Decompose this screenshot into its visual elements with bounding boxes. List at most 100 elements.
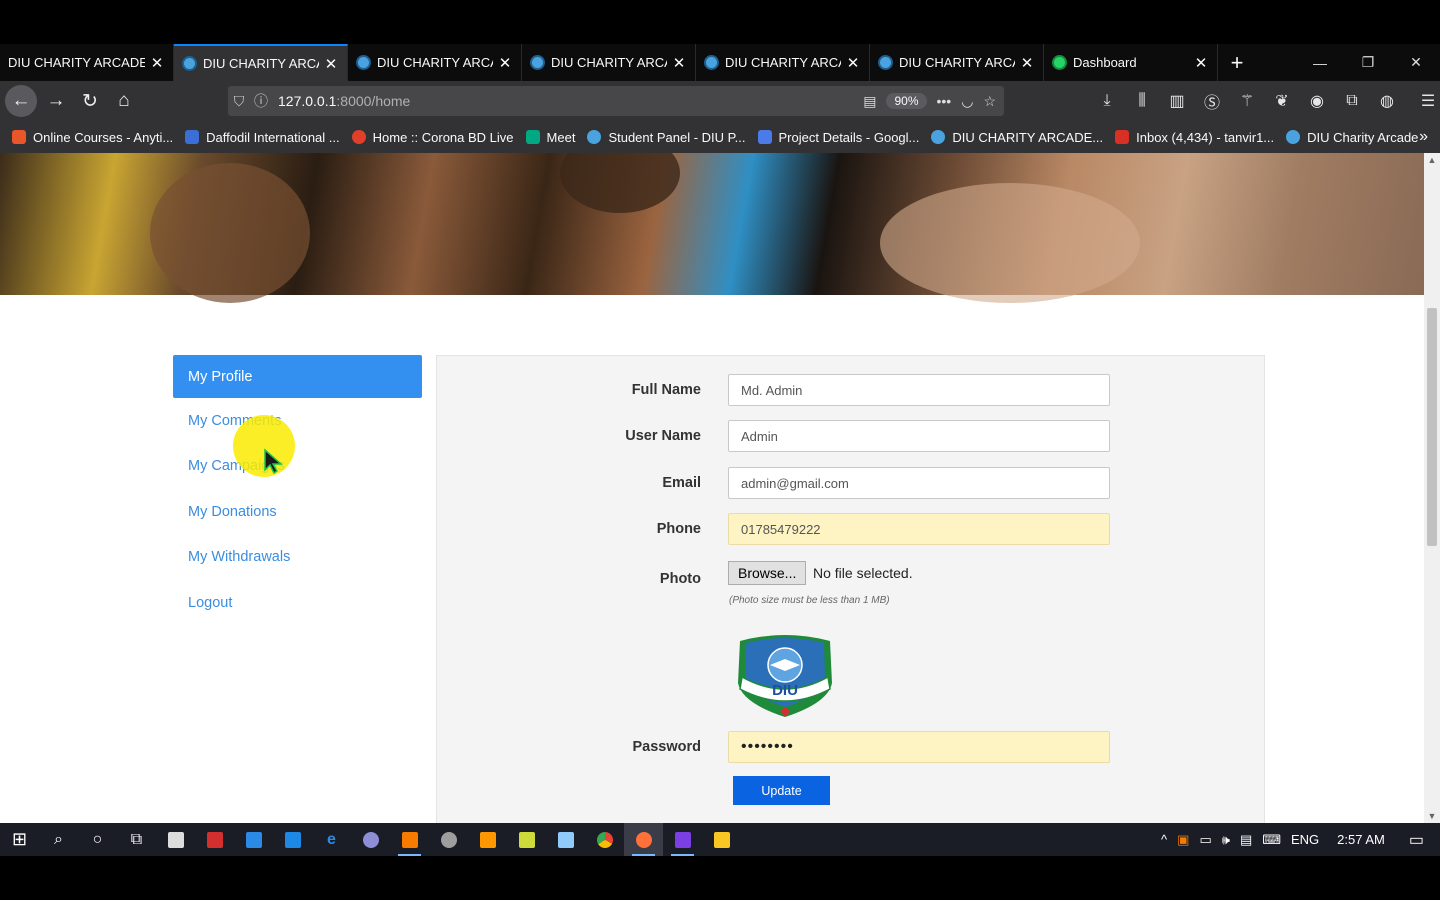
close-tab-icon[interactable]: ✕: [497, 54, 513, 72]
extension-circle-icon[interactable]: ◍: [1374, 91, 1400, 111]
notification-icon[interactable]: ▭: [1409, 830, 1424, 850]
close-window-icon[interactable]: ✕: [1392, 44, 1440, 81]
more-actions-icon[interactable]: •••: [937, 93, 952, 109]
bookmark-item[interactable]: Meet: [525, 130, 575, 145]
bookmark-star-icon[interactable]: ☆: [983, 93, 996, 110]
close-tab-icon[interactable]: ✕: [671, 54, 687, 72]
tab-5[interactable]: DIU CHARITY ARCADE ✕: [870, 44, 1044, 81]
user-name-input[interactable]: [728, 420, 1110, 452]
bookmark-item[interactable]: DIU Charity Arcade: [1286, 130, 1418, 145]
password-label: Password: [632, 739, 702, 755]
extension-s-icon[interactable]: Ⓢ: [1199, 89, 1225, 113]
phpstorm-icon[interactable]: [663, 823, 702, 856]
file-explorer-icon[interactable]: [702, 823, 741, 856]
sidebar-item-my-campaigns[interactable]: My Campaigns: [173, 444, 422, 490]
sublime-icon[interactable]: [468, 823, 507, 856]
email-input[interactable]: [728, 467, 1110, 499]
scroll-up-icon[interactable]: ▲: [1424, 155, 1440, 165]
app-icon[interactable]: [195, 823, 234, 856]
password-input[interactable]: [728, 731, 1110, 763]
sidebar-item-my-comments[interactable]: My Comments: [173, 398, 422, 444]
chrome-icon[interactable]: [585, 823, 624, 856]
bookmark-item[interactable]: Home :: Corona BD Live: [351, 130, 514, 145]
restore-icon[interactable]: ❐: [1344, 44, 1392, 81]
browse-file-button[interactable]: Browse...: [728, 561, 807, 585]
close-tab-icon[interactable]: ✕: [845, 54, 861, 72]
close-tab-icon[interactable]: ✕: [1193, 54, 1209, 72]
scroll-down-icon[interactable]: ▼: [1424, 811, 1440, 821]
edge-icon[interactable]: e: [312, 823, 351, 856]
page-scrollbar[interactable]: ▲ ▼: [1424, 153, 1440, 823]
extension-icon[interactable]: ⚚: [1234, 91, 1260, 111]
reader-view-icon[interactable]: ▤: [863, 93, 876, 110]
close-tab-icon[interactable]: ✕: [149, 54, 165, 72]
calendar-icon[interactable]: [273, 823, 312, 856]
sidebar-item-my-donations[interactable]: My Donations: [173, 489, 422, 535]
tab-2[interactable]: DIU CHARITY ARCADE ✕: [348, 44, 522, 81]
pocket-icon[interactable]: ◡: [961, 93, 973, 110]
app-icon[interactable]: [429, 823, 468, 856]
bookmark-item[interactable]: Inbox (4,434) - tanvir1...: [1115, 130, 1274, 145]
search-icon[interactable]: ⌕: [39, 823, 78, 856]
reload-icon[interactable]: ↻: [73, 84, 107, 118]
bookmark-item[interactable]: DIU CHARITY ARCADE...: [931, 130, 1103, 145]
tab-6[interactable]: Dashboard ✕: [1044, 44, 1218, 81]
cortana-icon[interactable]: ○: [78, 823, 117, 856]
library-icon[interactable]: ⫼: [1129, 92, 1155, 110]
new-tab-button[interactable]: +: [1218, 44, 1256, 81]
task-view-icon[interactable]: ⧉: [117, 823, 156, 856]
notepad-icon[interactable]: [507, 823, 546, 856]
sidebar-icon[interactable]: ▥: [1164, 91, 1190, 111]
windows-start-icon[interactable]: ⊞: [0, 823, 39, 856]
tray-expand-icon[interactable]: ^: [1161, 832, 1167, 847]
keyboard-icon[interactable]: ⌨: [1262, 832, 1281, 848]
tab-4[interactable]: DIU CHARITY ARCADE ✕: [696, 44, 870, 81]
bookmark-item[interactable]: Online Courses - Anyti...: [12, 130, 173, 145]
bookmarks-overflow-icon[interactable]: »: [1419, 128, 1428, 146]
bookmark-item[interactable]: Project Details - Googl...: [757, 129, 920, 145]
hero-banner-image: [0, 153, 1424, 303]
bookmark-label: Project Details - Googl...: [778, 129, 920, 145]
scrollbar-thumb[interactable]: [1427, 308, 1437, 546]
back-icon[interactable]: ←: [5, 85, 37, 117]
account-icon[interactable]: ◉: [1304, 91, 1330, 111]
full-name-input[interactable]: [728, 374, 1110, 406]
sidebar-item-my-withdrawals[interactable]: My Withdrawals: [173, 535, 422, 581]
sidebar-item-logout[interactable]: Logout: [173, 580, 422, 626]
sidebar-item-my-profile[interactable]: My Profile: [173, 355, 422, 398]
shield-icon[interactable]: ⛉: [228, 93, 250, 110]
download-icon[interactable]: ⤓: [1094, 92, 1120, 110]
url-text[interactable]: 127.0.0.1:8000/home: [278, 93, 410, 109]
close-tab-icon[interactable]: ✕: [323, 55, 339, 73]
calculator-icon[interactable]: [156, 823, 195, 856]
home-icon[interactable]: ⌂: [107, 84, 141, 118]
extension-bird-icon[interactable]: ❦: [1269, 91, 1295, 111]
tab-0[interactable]: DIU CHARITY ARCADE|E ✕: [0, 44, 174, 81]
menu-icon[interactable]: ☰: [1415, 91, 1440, 111]
extension-translate-icon[interactable]: ⧉: [1339, 92, 1365, 110]
phone-input[interactable]: [728, 513, 1110, 545]
zoom-level-badge[interactable]: 90%: [886, 93, 927, 109]
network-icon[interactable]: ▤: [1240, 832, 1252, 848]
firefox-icon[interactable]: [624, 823, 663, 856]
xampp-icon[interactable]: [390, 823, 429, 856]
clock-time[interactable]: 2:57 AM: [1337, 832, 1385, 847]
volume-icon[interactable]: 🕪: [1222, 832, 1230, 848]
forward-icon[interactable]: →: [39, 84, 73, 118]
tab-3[interactable]: DIU CHARITY ARCADE ✕: [522, 44, 696, 81]
xampp-tray-icon[interactable]: ▣: [1177, 832, 1189, 848]
app-icon[interactable]: [234, 823, 273, 856]
minimize-icon[interactable]: —: [1296, 44, 1344, 81]
address-bar[interactable]: ⛉ ⓘ 127.0.0.1:8000/home ▤ 90% ••• ◡ ☆: [228, 86, 1004, 116]
bookmark-item[interactable]: Daffodil International ...: [185, 130, 340, 145]
diu-favicon-icon: [182, 56, 197, 71]
app-icon[interactable]: [546, 823, 585, 856]
tab-1[interactable]: DIU CHARITY ARCADE ✕: [174, 44, 348, 81]
update-button[interactable]: Update: [733, 776, 830, 805]
language-indicator[interactable]: ENG: [1291, 832, 1319, 847]
battery-icon[interactable]: ▭: [1199, 832, 1211, 848]
app-icon[interactable]: [351, 823, 390, 856]
info-icon[interactable]: ⓘ: [250, 91, 272, 111]
bookmark-item[interactable]: Student Panel - DIU P...: [587, 130, 746, 145]
close-tab-icon[interactable]: ✕: [1019, 54, 1035, 72]
